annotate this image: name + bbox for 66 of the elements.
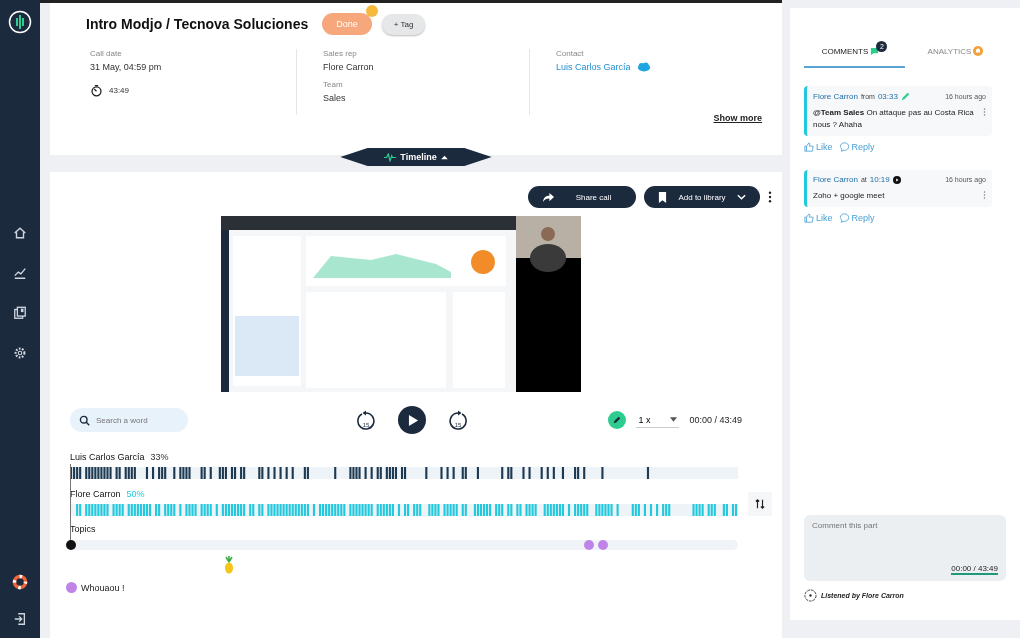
search-field[interactable]: Search a word bbox=[70, 408, 188, 432]
pen-icon bbox=[612, 415, 623, 425]
speaker-share: 33% bbox=[150, 452, 169, 462]
logo-icon[interactable] bbox=[8, 10, 32, 34]
field-value: Sales bbox=[323, 93, 347, 103]
lifebuoy-icon[interactable] bbox=[12, 574, 28, 590]
topic-marker[interactable] bbox=[597, 540, 608, 550]
comment-text: @Team Sales On attaque pas au Costa Rica nous ? Ahaha bbox=[813, 107, 975, 131]
timer-icon bbox=[90, 84, 103, 97]
field-label: Sales rep bbox=[323, 49, 358, 58]
share-call-button[interactable]: Share call bbox=[528, 186, 636, 208]
add-to-library-button[interactable]: Add to library bbox=[644, 186, 760, 208]
play-icon bbox=[408, 413, 419, 427]
show-more-link[interactable]: Show more bbox=[713, 113, 762, 123]
home-icon[interactable] bbox=[13, 226, 27, 240]
speech-bubble-icon bbox=[838, 142, 850, 152]
start-marker bbox=[66, 540, 76, 550]
field-label: Team bbox=[323, 80, 344, 89]
caret-down-icon bbox=[670, 417, 678, 422]
comment-text: Zoho + google meet bbox=[813, 190, 886, 202]
play-button[interactable] bbox=[398, 406, 426, 434]
search-icon bbox=[79, 415, 90, 426]
comment-timestamp: 00:00 / 43:49 bbox=[951, 564, 998, 575]
swap-icon[interactable] bbox=[748, 492, 772, 516]
topic-label: Whouaou ! bbox=[81, 582, 125, 593]
playback-time: 00:00 / 43:49 bbox=[689, 415, 742, 425]
cloud-icon bbox=[636, 62, 651, 72]
settings-icon[interactable] bbox=[13, 346, 27, 360]
speaker-name: Flore Carron bbox=[70, 489, 121, 499]
comment-timestamp[interactable]: 10:19 bbox=[869, 175, 890, 184]
forward-icon bbox=[448, 410, 468, 430]
annotate-button[interactable] bbox=[608, 411, 627, 429]
trend-chart-icon[interactable] bbox=[13, 266, 27, 280]
chat-icon bbox=[870, 46, 880, 56]
pineapple-icon bbox=[224, 556, 234, 574]
comment-author: Flore Carron bbox=[813, 175, 858, 184]
library-icon[interactable] bbox=[13, 306, 27, 320]
speaker-name: Luis Carlos García bbox=[70, 452, 145, 462]
pen-icon bbox=[900, 91, 911, 101]
contact-link[interactable]: Luis Carlos García bbox=[556, 62, 631, 72]
topic-marker[interactable] bbox=[584, 540, 595, 550]
field-label: Call date bbox=[90, 49, 123, 58]
more-icon[interactable] bbox=[768, 191, 772, 203]
comment-author: Flore Carron bbox=[813, 91, 858, 101]
speaker-share: 50% bbox=[126, 489, 145, 499]
comment-timestamp[interactable]: 03:33 bbox=[877, 91, 898, 101]
thumbs-up-icon bbox=[804, 213, 814, 223]
logout-icon[interactable] bbox=[13, 612, 27, 626]
call-title: Intro Modjo / Tecnova Soluciones bbox=[86, 16, 309, 32]
field-label: Contact bbox=[556, 49, 585, 58]
panel-tab[interactable]: ANALYTICS bbox=[905, 40, 1006, 68]
topics-label: Topics bbox=[70, 524, 97, 534]
field-value: Flore Carron bbox=[323, 62, 375, 72]
chevron-down-icon bbox=[737, 194, 746, 200]
bell-icon bbox=[973, 46, 984, 56]
speech-bubble-icon bbox=[838, 213, 850, 223]
thumbs-up-icon bbox=[804, 142, 814, 152]
share-icon bbox=[542, 191, 555, 203]
play-icon bbox=[892, 175, 901, 184]
bookmark-icon bbox=[658, 190, 667, 204]
field-value: 31 May, 04:59 pm bbox=[90, 62, 163, 72]
duration-text: 43:49 bbox=[109, 86, 130, 95]
rewind-icon bbox=[356, 410, 376, 430]
add-tag-button[interactable]: + Tag bbox=[381, 13, 426, 35]
pulse-icon bbox=[384, 152, 397, 162]
speed-dropdown[interactable]: 1 x bbox=[636, 412, 680, 428]
